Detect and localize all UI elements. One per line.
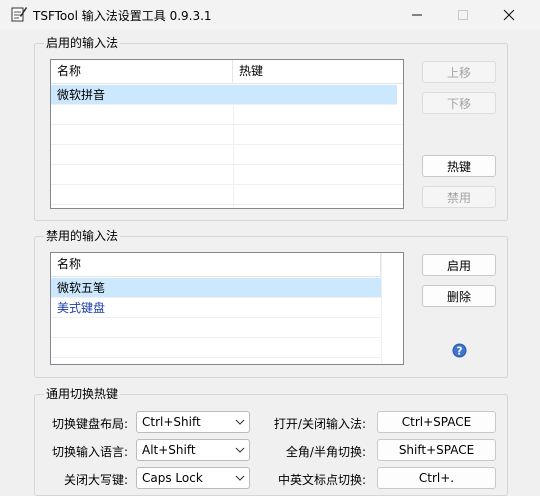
column-header-name[interactable]: 名称 [51, 253, 381, 276]
app-notepad-icon [11, 7, 27, 22]
chevron-down-icon [235, 419, 245, 425]
switch-layout-label: 切换键盘布局: [51, 417, 128, 431]
hotkeys-group-title: 通用切换热键 [44, 387, 121, 401]
move-down-button: 下移 [422, 92, 496, 114]
column-header-hotkey[interactable]: 热键 [233, 60, 403, 83]
caps-lock-select[interactable]: Caps Lock [136, 467, 250, 489]
list-item-hotkey [233, 85, 239, 105]
switch-language-label: 切换输入语言: [51, 445, 128, 459]
caps-lock-value: Caps Lock [142, 471, 203, 485]
question-circle-icon[interactable]: ? [452, 343, 467, 358]
enable-button[interactable]: 启用 [422, 254, 496, 276]
delete-button[interactable]: 删除 [422, 285, 496, 307]
punctuation-hotkey-button[interactable]: Ctrl+. [377, 467, 496, 489]
disabled-ime-list-header: 名称 [51, 253, 381, 277]
disabled-ime-list[interactable]: 名称 微软五笔 美式键盘 [50, 252, 404, 365]
window-title: TSFTool 输入法设置工具 0.9.3.1 [33, 9, 212, 23]
minimize-button[interactable] [394, 0, 440, 30]
list-item-name: 微软拼音 [57, 88, 106, 102]
caps-lock-label: 关闭大写键: [63, 473, 128, 487]
enabled-ime-list[interactable]: 名称 热键 微软拼音 [50, 59, 404, 209]
hotkey-button[interactable]: 热键 [422, 155, 496, 177]
close-button[interactable] [486, 0, 532, 30]
list-item[interactable]: 微软五笔 [51, 278, 381, 298]
chevron-down-icon [235, 447, 245, 453]
fullwidth-hotkey-button[interactable]: Shift+SPACE [377, 439, 496, 461]
toggle-ime-label: 打开/关闭输入法: [273, 417, 366, 431]
switch-language-value: Alt+Shift [142, 443, 196, 457]
switch-layout-value: Ctrl+Shift [142, 415, 201, 429]
column-header-name[interactable]: 名称 [51, 60, 233, 83]
list-item[interactable]: 微软拼音 [51, 85, 397, 105]
maximize-icon [458, 10, 468, 20]
list-item[interactable]: 美式键盘 [51, 298, 381, 318]
punctuation-toggle-label: 中英文标点切换: [277, 473, 366, 487]
svg-text:?: ? [457, 345, 463, 357]
disabled-ime-group-title: 禁用的输入法 [44, 229, 121, 243]
enabled-ime-group-title: 启用的输入法 [44, 36, 121, 50]
enabled-ime-list-header: 名称 热键 [51, 60, 403, 84]
chevron-down-icon [235, 475, 245, 481]
toggle-ime-hotkey-button[interactable]: Ctrl+SPACE [377, 411, 496, 433]
switch-layout-select[interactable]: Ctrl+Shift [136, 411, 250, 433]
list-item-name: 美式键盘 [57, 301, 106, 315]
minimize-icon [412, 14, 422, 16]
switch-language-select[interactable]: Alt+Shift [136, 439, 250, 461]
list-item-name: 微软五笔 [57, 281, 106, 295]
maximize-button [440, 0, 486, 30]
move-up-button: 上移 [422, 61, 496, 83]
fullwidth-toggle-label: 全角/半角切换: [285, 445, 366, 459]
disable-button: 禁用 [422, 186, 496, 208]
close-icon [503, 9, 515, 21]
title-bar: TSFTool 输入法设置工具 0.9.3.1 [0, 0, 540, 30]
